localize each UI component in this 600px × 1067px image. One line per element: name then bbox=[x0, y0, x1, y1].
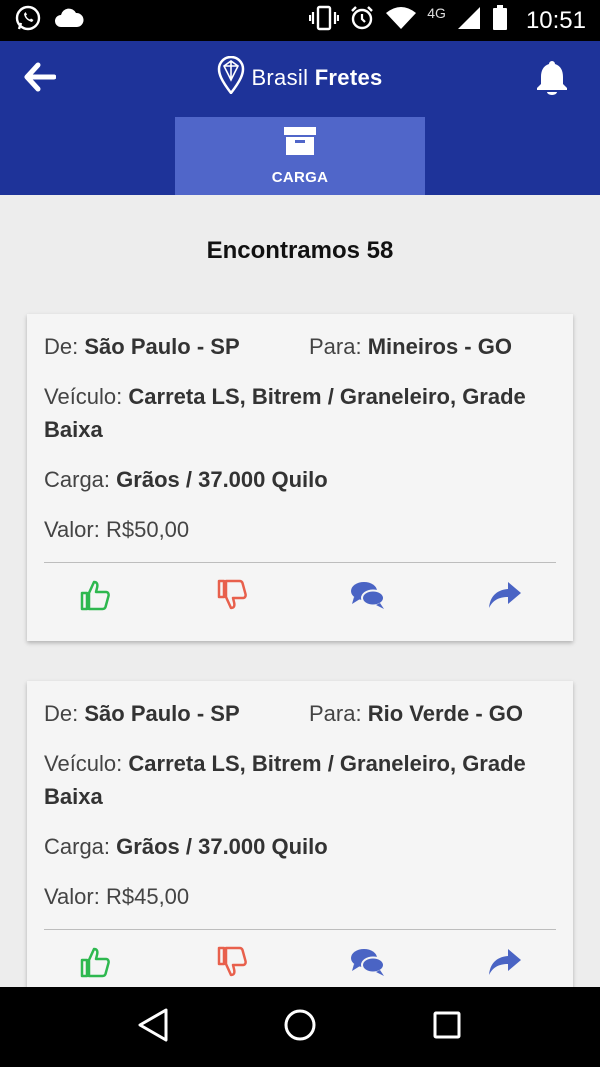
value-label: Valor: bbox=[44, 884, 100, 909]
circle-home-icon bbox=[282, 1007, 318, 1048]
to-label: Para: bbox=[309, 701, 362, 726]
system-nav-bar bbox=[0, 987, 600, 1067]
share-arrow-icon bbox=[488, 581, 522, 614]
tab-bar: CARGA bbox=[0, 114, 600, 195]
thumbs-up-icon bbox=[80, 579, 111, 616]
archive-box-icon bbox=[283, 126, 317, 161]
battery-icon bbox=[492, 5, 508, 36]
like-button[interactable] bbox=[75, 579, 115, 615]
brand-name-bold: Fretes bbox=[314, 64, 383, 90]
app-bar: Brasil Fretes bbox=[0, 41, 600, 114]
to-label: Para: bbox=[309, 334, 362, 359]
back-arrow-icon bbox=[24, 62, 57, 97]
like-button[interactable] bbox=[75, 946, 115, 982]
freight-card[interactable]: De: São Paulo - SP Para: Mineiros - GO V… bbox=[27, 314, 573, 641]
tab-label: CARGA bbox=[271, 169, 329, 186]
price-value: R$50,00 bbox=[105, 517, 190, 542]
share-button[interactable] bbox=[485, 579, 525, 615]
cloud-icon bbox=[54, 7, 84, 34]
cargo-value: Grãos / 37.000 Quilo bbox=[116, 834, 328, 859]
from-label: De: bbox=[44, 701, 79, 726]
signal-icon bbox=[456, 6, 482, 35]
from-value: São Paulo - SP bbox=[84, 334, 240, 359]
brand-logo: Brasil Fretes bbox=[217, 55, 383, 99]
freight-card[interactable]: De: São Paulo - SP Para: Rio Verde - GO … bbox=[27, 681, 573, 1008]
network-type: 4G bbox=[427, 4, 446, 21]
back-button[interactable] bbox=[22, 61, 58, 97]
thumbs-down-icon bbox=[217, 579, 247, 616]
cargo-label: Carga: bbox=[44, 467, 111, 492]
status-clock: 10:51 bbox=[525, 6, 586, 34]
vehicle-label: Veículo: bbox=[44, 384, 123, 409]
alarm-icon bbox=[349, 5, 375, 36]
chat-button[interactable] bbox=[348, 579, 388, 615]
share-arrow-icon bbox=[488, 948, 522, 981]
cargo-value: Grãos / 37.000 Quilo bbox=[116, 467, 328, 492]
vibrate-icon bbox=[309, 5, 340, 36]
vehicle-label: Veículo: bbox=[44, 751, 123, 776]
nav-recents-button[interactable] bbox=[422, 1002, 472, 1052]
chat-bubbles-icon bbox=[350, 947, 386, 982]
dislike-button[interactable] bbox=[212, 946, 252, 982]
nav-home-button[interactable] bbox=[275, 1002, 325, 1052]
results-count: Encontramos 58 bbox=[206, 237, 394, 264]
from-label: De: bbox=[44, 334, 79, 359]
dislike-button[interactable] bbox=[212, 579, 252, 615]
price-value: R$45,00 bbox=[105, 884, 190, 909]
to-value: Rio Verde - GO bbox=[367, 701, 523, 726]
share-button[interactable] bbox=[485, 946, 525, 982]
brand-name-light: Brasil bbox=[251, 64, 309, 90]
bell-icon bbox=[535, 59, 569, 100]
thumbs-down-icon bbox=[217, 946, 247, 983]
value-label: Valor: bbox=[44, 517, 100, 542]
square-recents-icon bbox=[431, 1009, 463, 1046]
tab-carga[interactable]: CARGA bbox=[175, 117, 425, 195]
status-bar: 4G 10:51 bbox=[0, 0, 600, 41]
chat-bubbles-icon bbox=[350, 580, 386, 615]
nav-back-button[interactable] bbox=[128, 1002, 178, 1052]
card-actions bbox=[27, 563, 573, 641]
from-value: São Paulo - SP bbox=[84, 701, 240, 726]
triangle-back-icon bbox=[136, 1007, 170, 1048]
thumbs-up-icon bbox=[80, 946, 111, 983]
notifications-button[interactable] bbox=[532, 59, 572, 99]
location-pin-icon bbox=[217, 55, 245, 99]
cargo-label: Carga: bbox=[44, 834, 111, 859]
to-value: Mineiros - GO bbox=[367, 334, 512, 359]
chat-button[interactable] bbox=[348, 946, 388, 982]
whatsapp-icon bbox=[14, 4, 42, 37]
wifi-icon bbox=[385, 6, 417, 35]
